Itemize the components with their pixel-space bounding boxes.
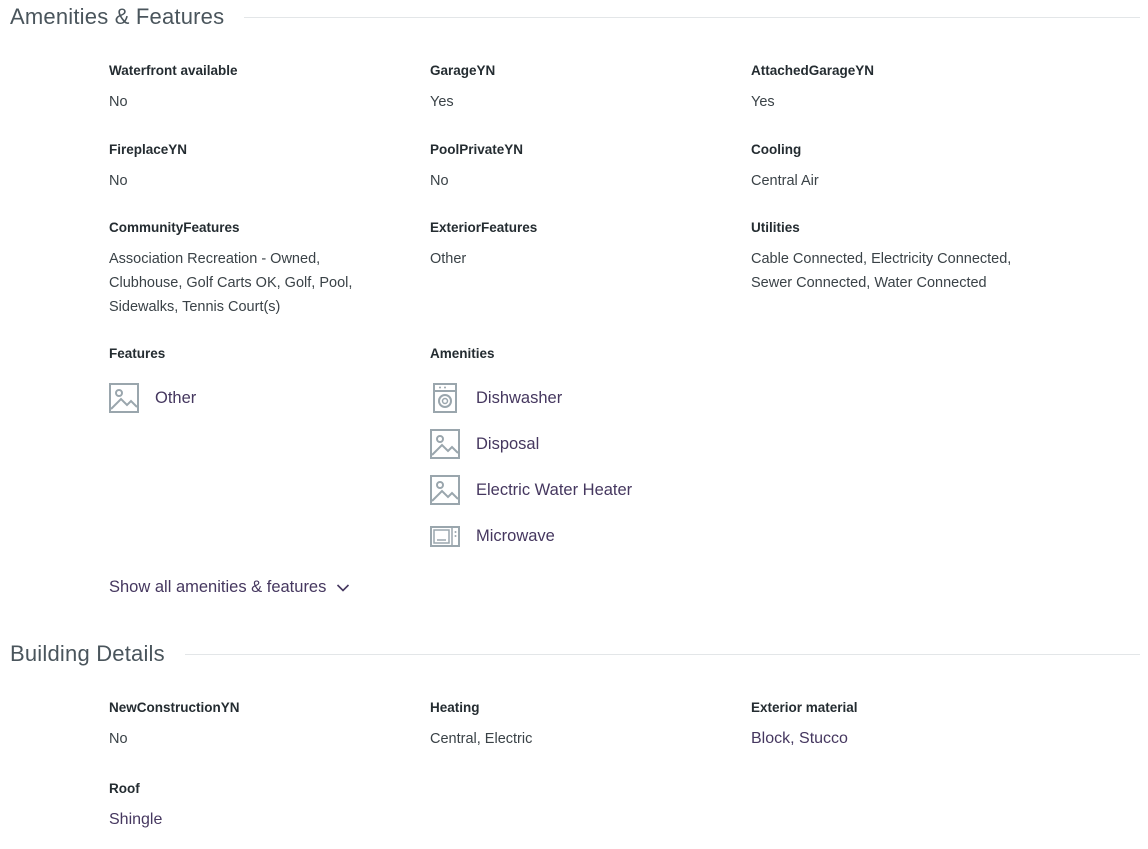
field-label: Amenities — [430, 346, 495, 361]
field-label: Cooling — [751, 142, 802, 157]
list-item: Dishwasher — [430, 375, 730, 421]
field-value: Other — [430, 251, 467, 267]
field-value: Shingle — [109, 811, 163, 828]
field-heating: Heating Central, Electric — [430, 699, 730, 751]
field-waterfront: Waterfront available No — [109, 62, 409, 114]
field-community-features: CommunityFeatures Association Recreation… — [109, 219, 379, 319]
field-value: Yes — [751, 94, 775, 110]
field-label: Heating — [430, 700, 480, 715]
field-value: No — [109, 731, 128, 747]
amenity-label: Dishwasher — [476, 388, 563, 407]
field-value: Central Air — [751, 173, 819, 189]
amenity-label: Microwave — [476, 526, 555, 545]
field-exterior-material: Exterior material Block, Stucco — [751, 699, 1051, 751]
list-item: Other — [109, 375, 409, 421]
amenities-section-header: Amenities & Features — [10, 4, 1140, 30]
section-divider — [184, 653, 1140, 655]
field-value: Yes — [430, 94, 454, 110]
list-item: Electric Water Heater — [430, 467, 730, 513]
show-all-label: Show all amenities & features — [109, 578, 327, 596]
image-placeholder-icon — [430, 429, 460, 459]
field-exterior-features: ExteriorFeatures Other — [430, 219, 730, 271]
microwave-icon — [430, 521, 460, 551]
field-value: No — [109, 173, 128, 189]
field-label: PoolPrivateYN — [430, 142, 524, 157]
field-label: Waterfront available — [109, 63, 238, 78]
image-placeholder-icon — [430, 475, 460, 505]
field-fireplace: FireplaceYN No — [109, 141, 409, 193]
field-cooling: Cooling Central Air — [751, 141, 1051, 193]
field-label: Exterior material — [751, 700, 858, 715]
amenity-label: Disposal — [476, 434, 540, 453]
field-value: No — [430, 173, 449, 189]
chevron-down-icon — [336, 583, 350, 593]
field-label: AttachedGarageYN — [751, 63, 875, 78]
features-list: Features Other — [109, 345, 409, 421]
section-divider — [244, 16, 1140, 18]
feature-label: Other — [155, 388, 197, 407]
field-value: Cable Connected, Electricity Connected, … — [751, 251, 1012, 291]
field-label: Utilities — [751, 220, 800, 235]
field-value: No — [109, 94, 128, 110]
amenities-section-title: Amenities & Features — [10, 4, 225, 29]
field-garage: GarageYN Yes — [430, 62, 730, 114]
field-new-construction: NewConstructionYN No — [109, 699, 409, 751]
field-attached-garage: AttachedGarageYN Yes — [751, 62, 1051, 114]
amenities-list: Amenities Dishwasher Disposal Electric W… — [430, 345, 730, 559]
field-roof: Roof Shingle — [109, 780, 409, 832]
field-label: Roof — [109, 781, 140, 796]
show-all-amenities-button[interactable]: Show all amenities & features — [109, 578, 350, 597]
building-section-header: Building Details — [10, 641, 1140, 667]
image-placeholder-icon — [109, 383, 139, 413]
list-item: Disposal — [430, 421, 730, 467]
field-utilities: Utilities Cable Connected, Electricity C… — [751, 219, 1051, 295]
field-label: ExteriorFeatures — [430, 220, 538, 235]
dishwasher-icon — [430, 383, 460, 413]
field-label: Features — [109, 346, 166, 361]
field-label: NewConstructionYN — [109, 700, 240, 715]
field-pool-private: PoolPrivateYN No — [430, 141, 730, 193]
field-label: CommunityFeatures — [109, 220, 240, 235]
field-value: Association Recreation - Owned, Clubhous… — [109, 251, 353, 315]
field-label: GarageYN — [430, 63, 496, 78]
field-value: Central, Electric — [430, 731, 533, 747]
building-section-title: Building Details — [10, 641, 165, 666]
field-label: FireplaceYN — [109, 142, 188, 157]
amenity-label: Electric Water Heater — [476, 480, 633, 499]
field-value: Block, Stucco — [751, 730, 848, 747]
list-item: Microwave — [430, 513, 730, 559]
